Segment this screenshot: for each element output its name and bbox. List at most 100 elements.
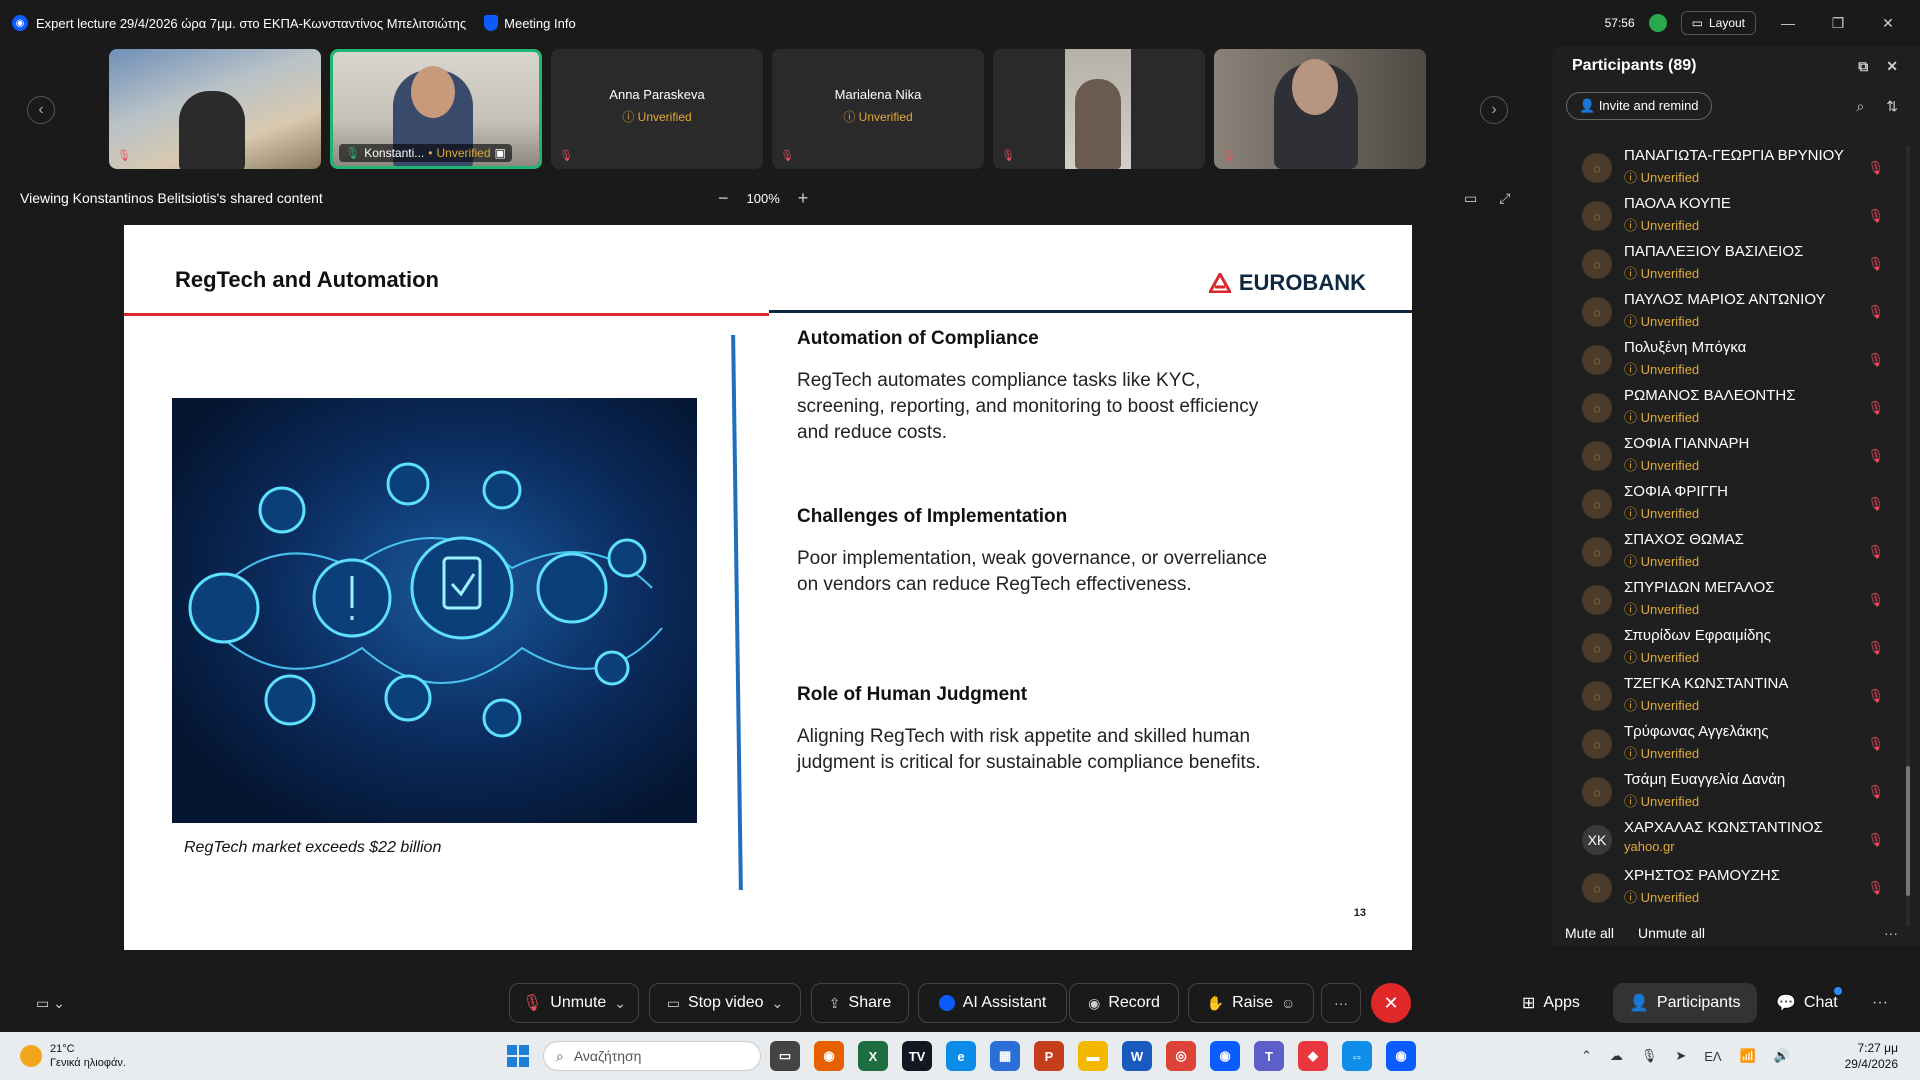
anydesk-icon[interactable]: ◆ xyxy=(1298,1041,1328,1071)
video-tile[interactable]: 🎙 xyxy=(109,49,321,169)
layout-button[interactable]: ▭ Layout xyxy=(1680,11,1756,35)
file-explorer-icon[interactable]: ▬ xyxy=(1078,1041,1108,1071)
zoom-icon[interactable]: ◉ xyxy=(1210,1041,1240,1071)
firefox-icon[interactable]: ◉ xyxy=(814,1041,844,1071)
apps-button[interactable]: ⊞ Apps xyxy=(1522,983,1580,1023)
meeting-info-button[interactable]: Meeting Info xyxy=(484,15,576,31)
list-item[interactable]: ◌ Τρύφωνας Αγγελάκης ⓘ Unverified 🎙 xyxy=(1552,720,1912,768)
close-panel-icon[interactable]: ✕ xyxy=(1886,58,1898,75)
video-tile-active-speaker[interactable]: 🎙 Konstanti... • Unverified ▣ xyxy=(330,49,542,169)
word-icon[interactable]: W xyxy=(1122,1041,1152,1071)
teamviewer-icon[interactable]: ⇔ xyxy=(1342,1041,1372,1071)
wifi-icon[interactable]: 📶 xyxy=(1740,1048,1756,1064)
more-options-icon[interactable]: ··· xyxy=(1872,983,1888,1023)
cloud-icon[interactable]: ☁ xyxy=(1610,1048,1623,1064)
unmute-button[interactable]: 🎙 Unmute ⌄ xyxy=(509,983,639,1023)
muted-mic-icon[interactable]: 🎙 xyxy=(1867,832,1884,848)
weather-widget[interactable]: 21°C Γενικά ηλιοφάν. xyxy=(20,1042,126,1070)
location-icon[interactable]: ➤ xyxy=(1675,1048,1686,1064)
fullscreen-icon[interactable]: ⤢ xyxy=(1499,190,1510,207)
taskbar-search[interactable]: ⌕ Αναζήτηση xyxy=(543,1041,761,1071)
chevron-down-icon[interactable]: ⌄ xyxy=(614,995,626,1012)
edge-icon[interactable]: e xyxy=(946,1041,976,1071)
list-item[interactable]: ◌ ΧΡΗΣΤΟΣ ΡΑΜΟΥΖΗΣ ⓘ Unverified 🎙 xyxy=(1552,864,1912,912)
muted-mic-icon[interactable]: 🎙 xyxy=(1867,448,1884,464)
encryption-icon[interactable] xyxy=(1648,14,1667,32)
chat-button[interactable]: 💬 Chat xyxy=(1776,983,1842,1023)
zoom-active-icon[interactable]: ◉ xyxy=(1386,1041,1416,1071)
muted-mic-icon[interactable]: 🎙 xyxy=(1867,784,1884,800)
list-item[interactable]: ◌ ΠΑΟΛΑ ΚΟΥΠΕ ⓘ Unverified 🎙 xyxy=(1552,192,1912,240)
excel-icon[interactable]: X xyxy=(858,1041,888,1071)
list-item[interactable]: ◌ ΣΠΥΡΙΔΩΝ ΜΕΓΑΛΟΣ ⓘ Unverified 🎙 xyxy=(1552,576,1912,624)
taskbar-clock[interactable]: 7:27 μμ 29/4/2026 xyxy=(1845,1040,1898,1072)
next-page-icon[interactable]: › xyxy=(1480,96,1508,124)
list-item[interactable]: ◌ ΣΟΦΙΑ ΦΡΙΓΓΗ ⓘ Unverified 🎙 xyxy=(1552,480,1912,528)
language-indicator[interactable]: ΕΛ xyxy=(1704,1049,1721,1064)
mic-muted-tray-icon[interactable]: 🎙 xyxy=(1641,1048,1658,1064)
windows-start-icon[interactable] xyxy=(507,1045,529,1067)
muted-mic-icon[interactable]: 🎙 xyxy=(1867,256,1884,272)
video-tile[interactable]: 🎙 xyxy=(1214,49,1426,169)
muted-mic-icon[interactable]: 🎙 xyxy=(1867,208,1884,224)
volume-icon[interactable]: 🔊 xyxy=(1774,1048,1790,1064)
list-item[interactable]: XK ΧΑΡΧΑΛΑΣ ΚΩΝΣΤΑΝΤΙΝΟΣ yahoo.gr 🎙 xyxy=(1552,816,1912,864)
list-item[interactable]: ◌ ΠΑΝΑΓΙΩΤΑ-ΓΕΩΡΓΙΑ ΒΡΥΝΙΟΥ ⓘ Unverified 🎙 xyxy=(1552,144,1912,192)
captions-icon[interactable]: ▭ ⌄ xyxy=(36,995,65,1012)
muted-mic-icon[interactable]: 🎙 xyxy=(1867,880,1884,896)
muted-mic-icon[interactable]: 🎙 xyxy=(1867,688,1884,704)
muted-mic-icon[interactable]: 🎙 xyxy=(1867,640,1884,656)
muted-mic-icon[interactable]: 🎙 xyxy=(1867,496,1884,512)
muted-mic-icon[interactable]: 🎙 xyxy=(1867,592,1884,608)
muted-mic-icon[interactable]: 🎙 xyxy=(1867,400,1884,416)
mute-all-button[interactable]: Mute all xyxy=(1565,925,1614,941)
muted-mic-icon[interactable]: 🎙 xyxy=(1867,160,1884,176)
close-icon[interactable]: ✕ xyxy=(1870,15,1906,32)
ai-assistant-button[interactable]: AI Assistant xyxy=(918,983,1067,1023)
video-tile[interactable]: Marialena Nika ⓘ Unverified 🎙 xyxy=(772,49,984,169)
powerpoint-icon[interactable]: P xyxy=(1034,1041,1064,1071)
restore-icon[interactable]: ❐ xyxy=(1820,15,1856,32)
chevron-up-icon[interactable]: ⌃ xyxy=(1581,1048,1592,1064)
sort-icon[interactable]: ⇅ xyxy=(1886,98,1898,115)
stop-video-button[interactable]: ▭ Stop video ⌄ xyxy=(649,983,801,1023)
muted-mic-icon[interactable]: 🎙 xyxy=(1867,352,1884,368)
scrollbar-thumb[interactable] xyxy=(1906,766,1910,896)
list-item[interactable]: ◌ ΣΠΑΧΟΣ ΘΩΜΑΣ ⓘ Unverified 🎙 xyxy=(1552,528,1912,576)
zoom-in-icon[interactable]: + xyxy=(798,188,809,209)
leave-meeting-button[interactable]: ✕ xyxy=(1371,983,1411,1023)
list-item[interactable]: ◌ Σπυρίδων Εφραιμίδης ⓘ Unverified 🎙 xyxy=(1552,624,1912,672)
list-item[interactable]: ◌ ΡΩΜΑΝΟΣ ΒΑΛΕΟΝΤΗΣ ⓘ Unverified 🎙 xyxy=(1552,384,1912,432)
participants-button[interactable]: 👤 Participants xyxy=(1613,983,1757,1023)
list-item[interactable]: ◌ ΤΖΕΓΚΑ ΚΩΝΣΤΑΝΤΙΝΑ ⓘ Unverified 🎙 xyxy=(1552,672,1912,720)
view-options-icon[interactable]: ▭ xyxy=(1464,190,1477,207)
task-view-icon[interactable]: ▭ xyxy=(770,1041,800,1071)
raise-hand-button[interactable]: ✋ Raise ☺ xyxy=(1188,983,1314,1023)
invite-and-remind-button[interactable]: 👤 Invite and remind xyxy=(1566,92,1712,120)
list-item[interactable]: ◌ Πολυξένη Μπόγκα ⓘ Unverified 🎙 xyxy=(1552,336,1912,384)
store-icon[interactable]: ▦ xyxy=(990,1041,1020,1071)
share-button[interactable]: ⇪ Share xyxy=(811,983,909,1023)
minimize-icon[interactable]: — xyxy=(1770,15,1806,31)
chrome-icon[interactable]: ◎ xyxy=(1166,1041,1196,1071)
muted-mic-icon[interactable]: 🎙 xyxy=(1867,304,1884,320)
teams-icon[interactable]: T xyxy=(1254,1041,1284,1071)
prev-page-icon[interactable]: ‹ xyxy=(27,96,55,124)
search-icon[interactable]: ⌕ xyxy=(1856,98,1864,115)
list-item[interactable]: ◌ ΣΟΦΙΑ ΓΙΑΝΝΑΡΗ ⓘ Unverified 🎙 xyxy=(1552,432,1912,480)
unmute-all-button[interactable]: Unmute all xyxy=(1638,925,1705,941)
record-button[interactable]: ◉ Record xyxy=(1069,983,1179,1023)
more-options-icon[interactable]: ··· xyxy=(1884,925,1898,941)
tradingview-icon[interactable]: TV xyxy=(902,1041,932,1071)
pop-out-icon[interactable]: ⧉ xyxy=(1858,58,1868,75)
list-item[interactable]: ◌ ΠΑΠΑΛΕΞΙΟΥ ΒΑΣΙΛΕΙΟΣ ⓘ Unverified 🎙 xyxy=(1552,240,1912,288)
zoom-out-icon[interactable]: − xyxy=(718,188,729,209)
more-button[interactable]: ··· xyxy=(1321,983,1361,1023)
video-tile[interactable]: 🎙 xyxy=(993,49,1205,169)
list-item[interactable]: ◌ ΠΑΥΛΟΣ ΜΑΡΙΟΣ ΑΝΤΩΝΙΟΥ ⓘ Unverified 🎙 xyxy=(1552,288,1912,336)
list-item[interactable]: ◌ Τσάμη Ευαγγελία Δανάη ⓘ Unverified 🎙 xyxy=(1552,768,1912,816)
reactions-icon[interactable]: ☺ xyxy=(1281,995,1295,1011)
chevron-down-icon[interactable]: ⌄ xyxy=(772,995,784,1012)
muted-mic-icon[interactable]: 🎙 xyxy=(1867,736,1884,752)
video-tile[interactable]: Anna Paraskeva ⓘ Unverified 🎙 xyxy=(551,49,763,169)
